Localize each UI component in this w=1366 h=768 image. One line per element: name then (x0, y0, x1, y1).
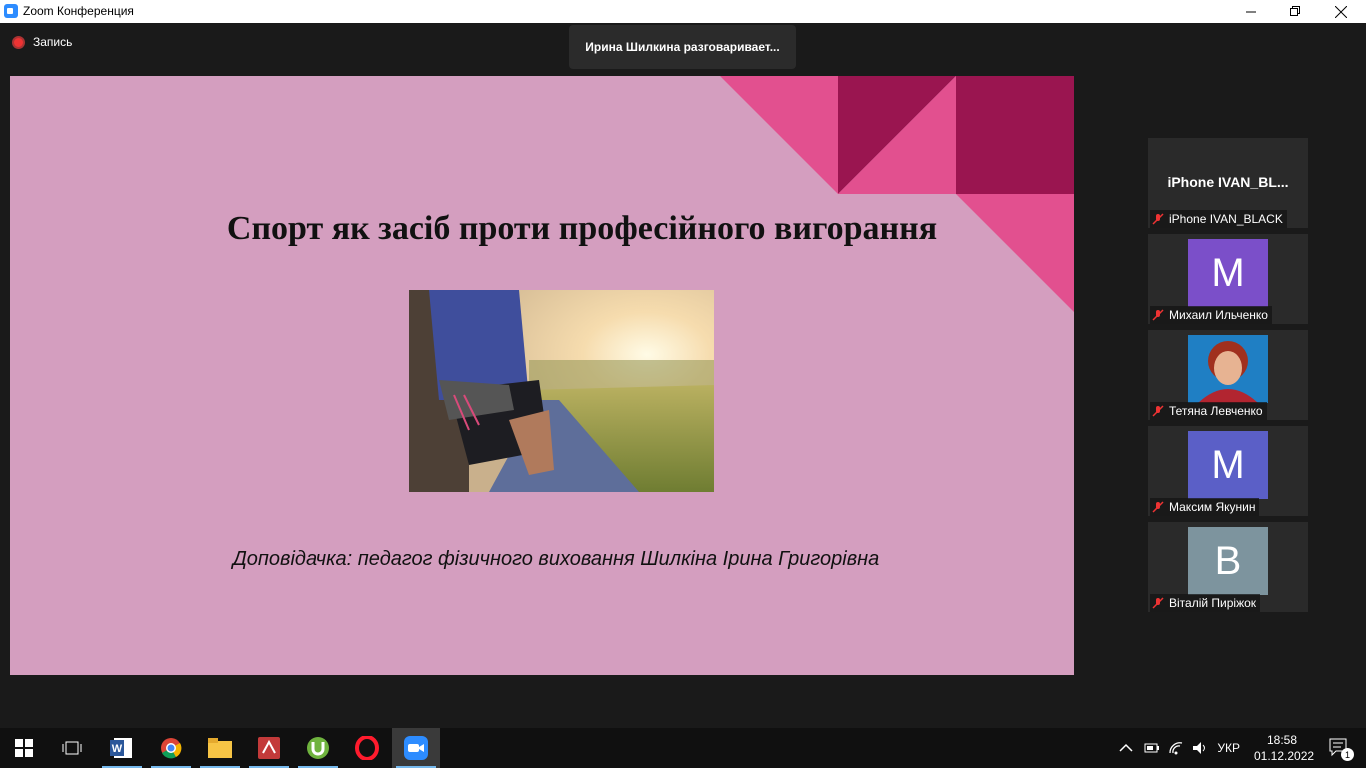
participant-name-label: Михаил Ильченко (1150, 306, 1272, 324)
participant-name-label: Віталій Пиріжок (1150, 594, 1261, 612)
clock[interactable]: 18:58 01.12.2022 (1254, 732, 1315, 764)
participant-tile-name: iPhone IVAN_BL... (1167, 174, 1289, 190)
clock-date: 01.12.2022 (1254, 749, 1315, 763)
participant-avatar: M (1188, 239, 1268, 307)
minimize-button[interactable] (1228, 0, 1274, 23)
muted-mic-icon (1152, 213, 1164, 225)
slide-subtitle: Доповідачка: педагог фізичного виховання… (232, 548, 880, 570)
wifi-icon[interactable] (1168, 740, 1184, 756)
shared-screen-slide: Спорт як засіб проти професійного вигора… (10, 76, 1074, 675)
active-speaker-toast: Ирина Шилкина разговаривает... (569, 25, 796, 69)
taskbar-opera[interactable] (343, 728, 391, 768)
pdf-app-icon (258, 737, 280, 759)
participant-name-label: Тетяна Левченко (1150, 402, 1267, 420)
close-icon (1335, 5, 1347, 18)
start-button[interactable] (0, 728, 48, 768)
muted-mic-icon (1152, 501, 1164, 513)
folder-icon (208, 738, 232, 758)
participant-tile[interactable]: M Михаил Ильченко (1148, 234, 1308, 324)
close-button[interactable] (1318, 0, 1364, 23)
volume-icon[interactable] (1192, 740, 1208, 756)
muted-mic-icon (1152, 309, 1164, 321)
record-icon (12, 35, 25, 49)
chrome-icon (161, 738, 182, 759)
notifications-button[interactable]: 1 (1328, 737, 1354, 761)
taskbar-zoom[interactable] (392, 728, 440, 768)
taskbar-word[interactable]: W (98, 728, 146, 768)
recording-label: Запись (33, 35, 73, 49)
window-titlebar: Zoom Конференция (0, 0, 1366, 23)
runner-stretching-photo (409, 290, 714, 492)
opera-icon (355, 736, 379, 760)
participant-tile[interactable]: B Віталій Пиріжок (1148, 522, 1308, 612)
restore-button[interactable] (1272, 0, 1318, 23)
windows-logo-icon (15, 739, 33, 757)
muted-mic-icon (1152, 405, 1164, 417)
zoom-app-icon (4, 4, 18, 18)
word-icon: W (110, 738, 132, 758)
participant-photo-avatar (1188, 335, 1268, 403)
minimize-icon (1245, 11, 1256, 13)
muted-mic-icon (1152, 597, 1164, 609)
zoom-icon (404, 736, 428, 760)
participant-tile[interactable]: Тетяна Левченко (1148, 330, 1308, 420)
participant-name-label: iPhone IVAN_BLACK (1150, 210, 1287, 228)
notification-count-badge: 1 (1341, 748, 1354, 761)
slide-title: Спорт як засіб проти професійного вигора… (226, 210, 938, 247)
recording-indicator[interactable]: Запись (12, 35, 72, 49)
chevron-up-icon[interactable] (1118, 740, 1134, 756)
battery-icon[interactable] (1144, 740, 1160, 756)
taskbar-file-explorer[interactable] (196, 728, 244, 768)
task-view-button[interactable] (48, 728, 96, 768)
participant-tile[interactable]: M Максим Якунин (1148, 426, 1308, 516)
zoom-meeting-area: Запись Ирина Шилкина разговаривает... Сп… (0, 23, 1366, 728)
participant-tile[interactable]: iPhone IVAN_BL... iPhone IVAN_BLACK (1148, 138, 1308, 228)
participant-avatar: M (1188, 431, 1268, 499)
utorrent-icon (307, 737, 329, 759)
input-language[interactable]: УКР (1217, 741, 1240, 755)
participant-name-label: Максим Якунин (1150, 498, 1260, 516)
active-speaker-text: Ирина Шилкина разговаривает... (585, 40, 780, 54)
taskbar-chrome[interactable] (147, 728, 195, 768)
taskbar-pdf-app[interactable] (245, 728, 293, 768)
task-view-icon (62, 741, 82, 755)
window-title: Zoom Конференция (23, 4, 134, 18)
clock-time: 18:58 (1266, 733, 1298, 747)
participant-avatar: B (1188, 527, 1268, 595)
taskbar-utorrent[interactable] (294, 728, 342, 768)
svg-text:W: W (112, 743, 123, 755)
participants-gallery: iPhone IVAN_BL... iPhone IVAN_BLACK M Ми… (1148, 138, 1308, 618)
restore-icon (1289, 6, 1300, 16)
windows-taskbar: W УКР 18:58 01.12.2022 1 (0, 728, 1366, 768)
